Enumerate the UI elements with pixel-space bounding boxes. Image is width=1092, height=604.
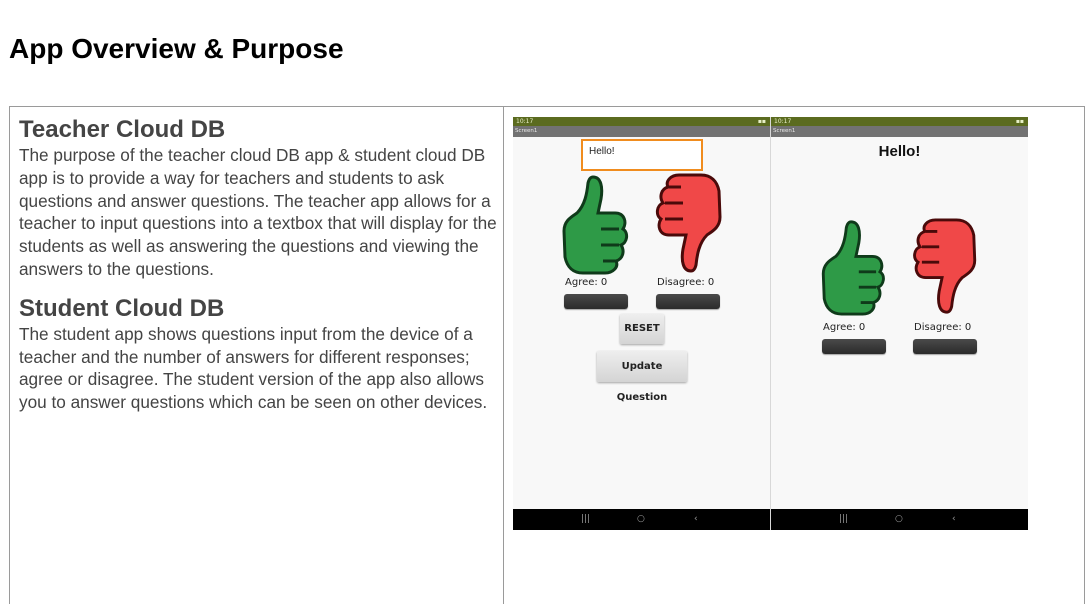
recents-icon[interactable]: ||| [581,509,590,530]
disagree-count-label: Disagree: 0 [657,277,715,288]
agree-count-label: Agree: 0 [565,277,608,288]
thumbs-up-icon[interactable] [820,218,888,316]
agree-count-label: Agree: 0 [823,322,866,333]
disagree-button[interactable] [913,339,977,354]
android-nav-bar: ||| ○ ‹ [771,509,1028,530]
teacher-section-body: The purpose of the teacher cloud DB app … [19,145,497,279]
home-icon[interactable]: ○ [637,509,645,530]
disagree-count-label: Disagree: 0 [914,322,972,333]
screen-title-bar: Screen1 [771,126,1028,137]
student-section-body: The student app shows questions input fr… [19,323,488,413]
status-time: 10:17 [516,118,534,125]
thumbs-down-icon[interactable] [910,218,978,316]
reset-button[interactable]: RESET [620,314,664,344]
status-bar: 10:17 ▪▪ [771,117,1028,126]
android-nav-bar: ||| ○ ‹ [513,509,770,530]
page-title: App Overview & Purpose [9,33,344,64]
column-divider [503,106,504,604]
student-section-heading: Student Cloud DB [19,294,225,322]
battery-icon: ▪▪ [1015,118,1024,125]
back-icon[interactable]: ‹ [694,509,698,530]
recents-icon[interactable]: ||| [839,509,848,530]
battery-icon: ▪▪ [757,118,766,125]
agree-button[interactable] [822,339,886,354]
student-app-screenshot: 10:17 ▪▪ Screen1 Hello! Agree: 0 Disagre… [771,117,1028,530]
status-time: 10:17 [774,118,792,125]
update-question-button[interactable]: Update Question [597,351,687,403]
back-icon[interactable]: ‹ [952,509,956,530]
thumbs-down-icon[interactable] [653,173,723,275]
teacher-app-screenshot: 10:17 ▪▪ Screen1 Hello! Agree: 0 Disagre… [513,117,770,530]
disagree-button[interactable] [656,294,720,309]
teacher-section-heading: Teacher Cloud DB [19,116,226,143]
question-display: Hello! [878,143,921,160]
description-column: Teacher Cloud DB The purpose of the teac… [19,116,499,428]
question-input[interactable]: Hello! [581,139,703,171]
agree-button[interactable] [564,294,628,309]
home-icon[interactable]: ○ [895,509,903,530]
screen-title-bar: Screen1 [513,126,770,137]
thumbs-up-icon[interactable] [561,173,631,275]
status-bar: 10:17 ▪▪ [513,117,770,126]
